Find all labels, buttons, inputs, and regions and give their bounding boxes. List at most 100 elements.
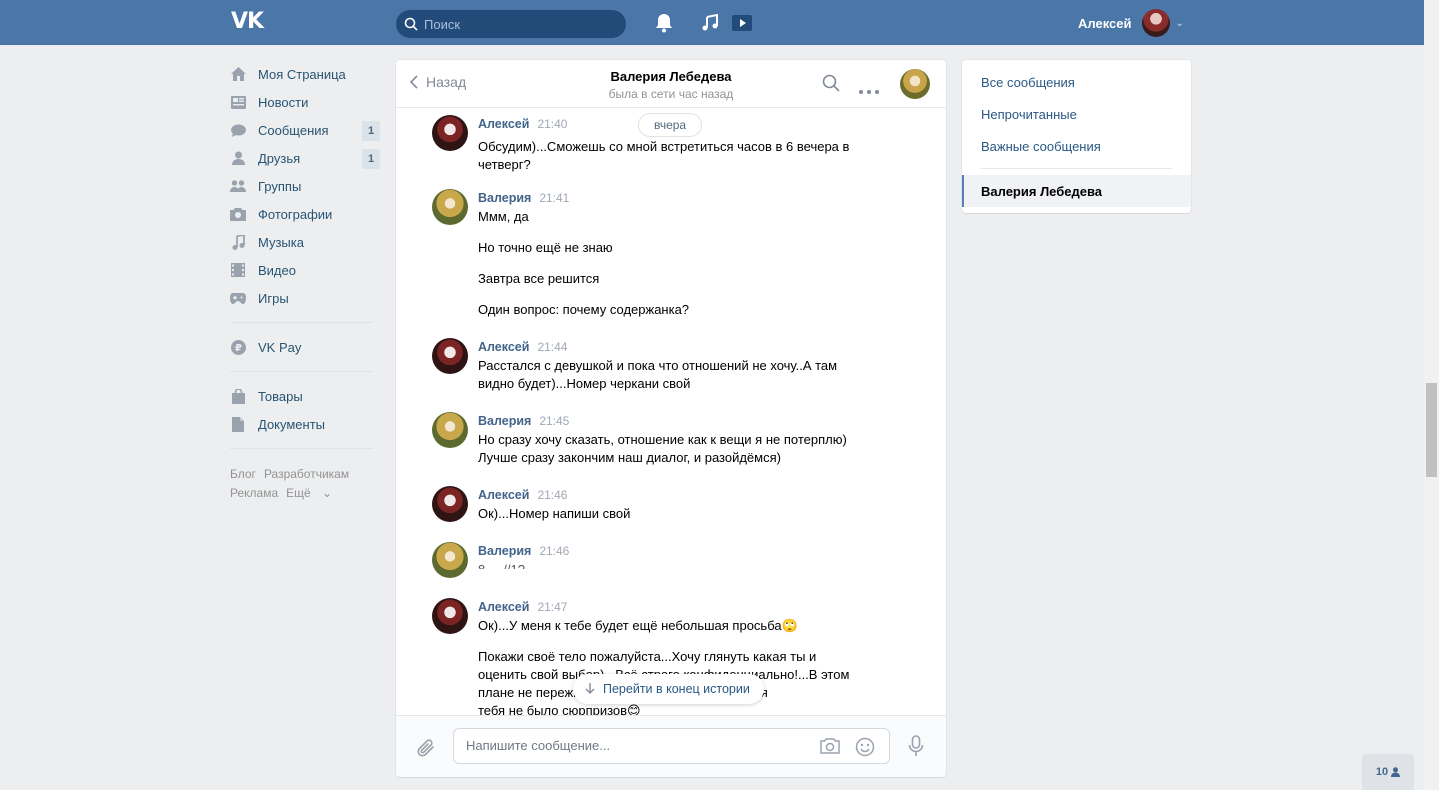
chat-header: Валерия Лебедева была в сети час назад Н… <box>396 60 946 108</box>
search-box[interactable] <box>396 10 626 38</box>
scrollbar-thumb[interactable] <box>1426 383 1437 477</box>
user-menu[interactable]: Алексей ⌄ <box>1078 8 1184 38</box>
more-icon[interactable] <box>859 82 879 97</box>
online-friends-button[interactable]: 10 <box>1362 754 1414 790</box>
message-meta: Алексей 21:40 <box>478 117 567 131</box>
bell-icon[interactable] <box>653 12 675 34</box>
message-text: Завтра все решится <box>478 271 600 286</box>
avatar[interactable] <box>432 486 468 522</box>
sidebar-item-photos[interactable]: Фотографии <box>230 200 380 228</box>
back-button[interactable]: Назад <box>410 74 466 90</box>
paperclip-icon[interactable] <box>416 737 436 762</box>
play-icon[interactable] <box>731 12 753 34</box>
author-name[interactable]: Валерия <box>478 191 531 205</box>
author-name[interactable]: Алексей <box>478 600 529 614</box>
author-name[interactable]: Алексей <box>478 488 529 502</box>
microphone-icon[interactable] <box>908 735 924 760</box>
message-text: Расстался с девушкой и пока что отношени… <box>478 358 838 373</box>
avatar[interactable] <box>432 542 468 578</box>
message-time: 21:46 <box>537 488 568 502</box>
message-text: Один вопрос: почему содержанка? <box>478 302 690 317</box>
author-name[interactable]: Алексей <box>478 117 529 131</box>
sidebar-item-label: Игры <box>258 290 289 306</box>
peer-avatar[interactable] <box>900 69 930 99</box>
message-time: 21:40 <box>537 117 568 131</box>
sidebar-item-label: Моя Страница <box>258 66 346 82</box>
message-list[interactable]: вчера Алексей 21:40 Обсудим)...Сможешь со… <box>396 109 946 715</box>
ruble-icon: ₽ <box>230 339 246 355</box>
avatar[interactable] <box>432 115 468 151</box>
message-field[interactable] <box>453 728 890 764</box>
nav-divider <box>230 448 373 449</box>
message-time: 21:46 <box>539 544 570 558</box>
message-text: Ок)...Номер напиши свой <box>478 506 631 521</box>
user-avatar <box>1141 9 1170 37</box>
footer-link-developers[interactable]: Разработчикам <box>264 467 349 481</box>
footer-more-label: Ещё <box>286 486 311 500</box>
sidebar-item-games[interactable]: Игры <box>230 284 380 312</box>
camera-icon[interactable] <box>819 737 841 758</box>
avatar[interactable] <box>432 598 468 634</box>
sidebar-item-goods[interactable]: Товары <box>230 382 380 410</box>
footer-link-ads[interactable]: Реклама <box>230 486 278 500</box>
menu-item-all-messages[interactable]: Все сообщения <box>962 66 1191 98</box>
camera-icon <box>230 206 246 222</box>
menu-item-active-dialog[interactable]: Валерия Лебедева <box>962 175 1191 207</box>
messages-filter-menu: Все сообщения Непрочитанные Важные сообщ… <box>962 60 1191 213</box>
sidebar-item-label: Друзья <box>258 150 301 166</box>
message-composer <box>396 715 946 777</box>
search-icon[interactable] <box>822 74 840 95</box>
message-text: 8 ... //1? <box>478 561 868 569</box>
avatar[interactable] <box>432 189 468 225</box>
sidebar-item-music[interactable]: Музыка <box>230 228 380 256</box>
author-name[interactable]: Валерия <box>478 544 531 558</box>
message-meta: Валерия 21:46 <box>478 544 569 558</box>
sidebar-item-label: Товары <box>258 388 303 404</box>
vk-logo[interactable]: VK <box>231 11 265 33</box>
search-input[interactable] <box>424 16 614 32</box>
friends-icon <box>230 150 246 166</box>
avatar[interactable] <box>432 412 468 448</box>
sidebar-item-news[interactable]: Новости <box>230 88 380 116</box>
sidebar-item-messages[interactable]: Сообщения 1 <box>230 116 380 144</box>
nav-divider <box>230 371 373 372</box>
online-count: 10 <box>1375 766 1389 778</box>
messages-icon <box>230 122 246 138</box>
sidebar-item-friends[interactable]: Друзья 1 <box>230 144 380 172</box>
message-text: Ммм, да <box>478 209 529 224</box>
music-note-icon[interactable] <box>699 12 721 34</box>
chevron-left-icon <box>410 75 418 89</box>
sidebar-item-label: Музыка <box>258 234 304 250</box>
author-name[interactable]: Алексей <box>478 340 529 354</box>
sidebar-item-label: Документы <box>258 416 326 432</box>
avatar[interactable] <box>432 338 468 374</box>
message-meta: Алексей 21:47 <box>478 600 567 614</box>
menu-item-important[interactable]: Важные сообщения <box>962 130 1191 162</box>
sidebar-item-label: Видео <box>258 262 296 278</box>
sidebar-item-documents[interactable]: Документы <box>230 410 380 438</box>
message-text: Ок)...У меня к тебе будет ещё небольшая … <box>478 618 798 633</box>
message-time: 21:47 <box>537 600 568 614</box>
sidebar-item-groups[interactable]: Группы <box>230 172 380 200</box>
footer-link-more[interactable]: Ещё ⌄ <box>286 486 340 500</box>
sidebar-item-my-page[interactable]: Моя Страница <box>230 60 380 88</box>
chevron-down-icon: ⌄ <box>322 486 333 500</box>
page-scrollbar[interactable] <box>1424 0 1439 790</box>
top-header: VK Алексей ⌄ <box>0 0 1424 45</box>
chat-panel: Валерия Лебедева была в сети час назад Н… <box>396 60 946 777</box>
message-time: 21:44 <box>537 340 568 354</box>
smile-icon[interactable] <box>855 737 875 760</box>
message-meta: Валерия 21:45 <box>478 414 569 428</box>
svg-text:₽: ₽ <box>235 343 242 354</box>
document-icon <box>230 416 246 432</box>
author-name[interactable]: Валерия <box>478 414 531 428</box>
sidebar-item-video[interactable]: Видео <box>230 256 380 284</box>
message-input[interactable] <box>466 738 796 753</box>
menu-item-unread[interactable]: Непрочитанные <box>962 98 1191 130</box>
footer-link-blog[interactable]: Блог <box>230 467 256 481</box>
jump-to-end-button[interactable]: Перейти в конец истории <box>573 674 764 704</box>
day-divider: вчера <box>638 113 703 137</box>
sidebar-item-vkpay[interactable]: ₽ VK Pay <box>230 333 380 361</box>
message-text: Обсудим)...Сможешь со мной встретиться ч… <box>478 139 850 154</box>
nav-divider <box>230 322 373 323</box>
